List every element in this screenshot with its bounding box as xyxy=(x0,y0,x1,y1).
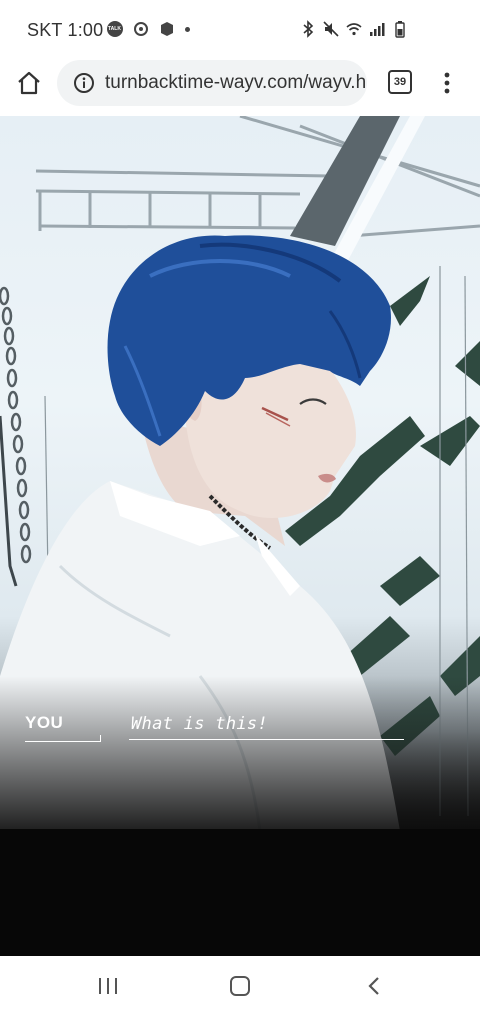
system-icons xyxy=(300,20,408,38)
tab-switcher-button[interactable]: 39 xyxy=(388,70,412,94)
box-app-icon xyxy=(161,22,173,36)
carrier-time: SKT 1:00 xyxy=(27,20,104,40)
web-content: YOU What is this! xyxy=(0,116,480,956)
dialogue-underline xyxy=(129,739,404,740)
url-text[interactable]: turnbacktime-wayv.com/wayv.h xyxy=(105,72,366,94)
browser-toolbar: turnbacktime-wayv.com/wayv.h 39 xyxy=(0,58,480,116)
bottom-gradient-overlay xyxy=(0,676,480,836)
mute-icon xyxy=(323,21,339,37)
speaker-underline xyxy=(25,735,101,742)
back-icon[interactable] xyxy=(363,974,387,998)
home-icon[interactable] xyxy=(14,68,44,98)
address-bar[interactable]: turnbacktime-wayv.com/wayv.h xyxy=(57,60,367,106)
more-menu-icon[interactable] xyxy=(440,68,454,98)
wifi-icon xyxy=(346,23,362,36)
system-navigation-bar xyxy=(0,956,480,1013)
site-info-icon[interactable] xyxy=(73,72,95,94)
bluetooth-icon xyxy=(303,20,314,38)
dark-footer-area xyxy=(0,829,480,956)
speaker-name: YOU xyxy=(25,713,64,732)
dialogue-text[interactable]: What is this! xyxy=(131,714,268,734)
battery-icon xyxy=(395,21,405,38)
more-notifications-dot-icon xyxy=(185,26,190,32)
recent-apps-icon[interactable] xyxy=(96,974,120,998)
notification-icons xyxy=(107,21,190,37)
kakaotalk-icon xyxy=(107,21,123,37)
signal-icon xyxy=(370,23,385,36)
home-nav-icon[interactable] xyxy=(228,974,252,998)
settings-app-icon xyxy=(134,22,148,36)
status-bar: SKT 1:00 xyxy=(0,0,480,58)
